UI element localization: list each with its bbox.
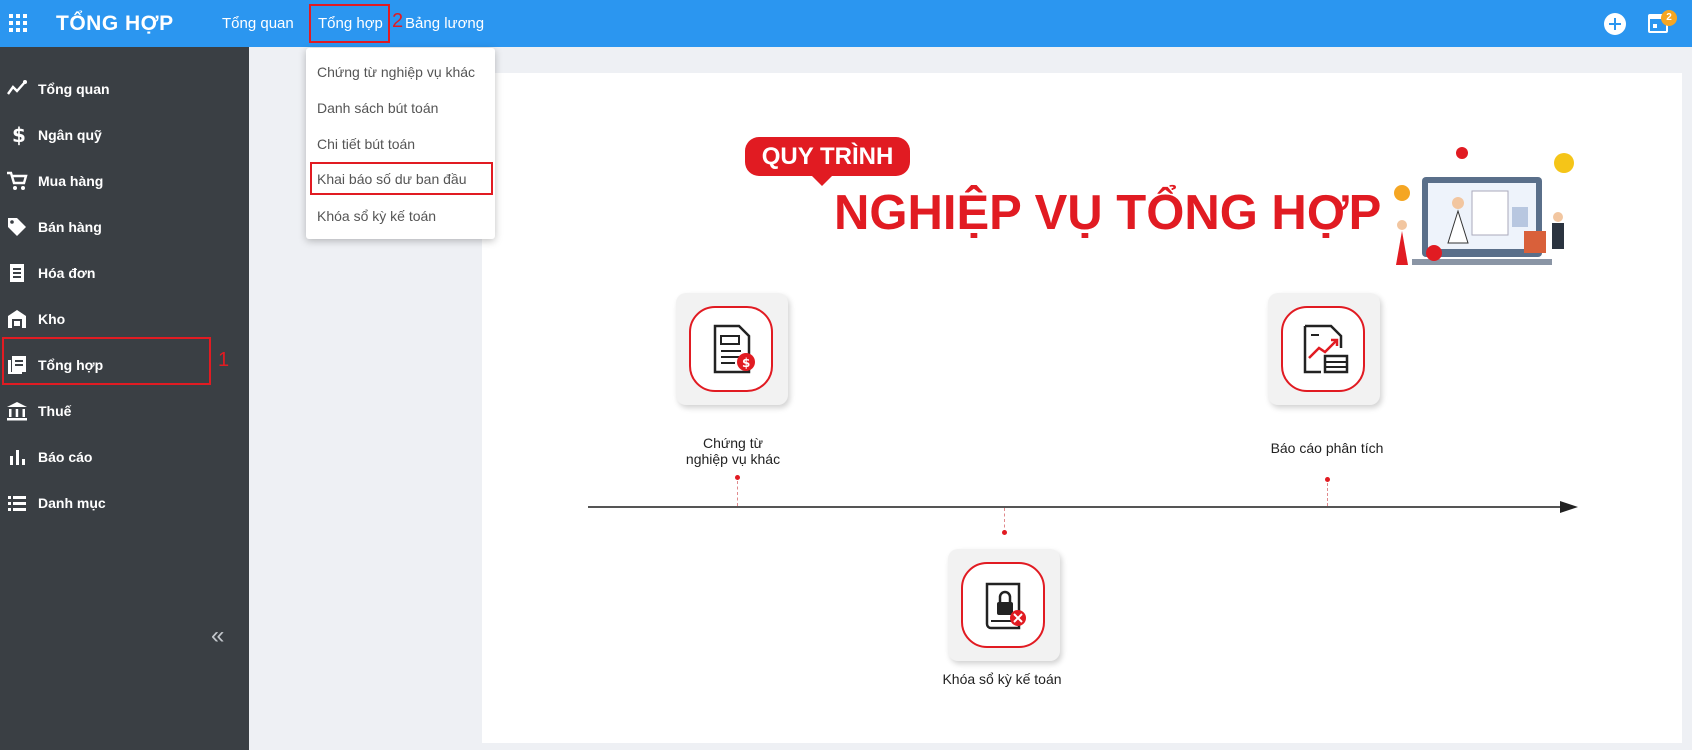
locked-book-icon <box>985 582 1026 630</box>
document-dollar-icon: $ <box>713 324 755 374</box>
bar-chart-icon <box>10 450 25 465</box>
sidebar-item-bao-cao[interactable]: Báo cáo <box>0 437 249 477</box>
step-khoa-so-ky-ke-toan[interactable] <box>948 549 1060 661</box>
process-title: NGHIỆP VỤ TỔNG HỢP <box>834 186 1382 240</box>
sidebar-item-ngan-quy[interactable]: $ Ngân quỹ <box>0 115 249 155</box>
nav-tong-quan[interactable]: Tổng quan <box>222 15 294 32</box>
apps-grid-icon[interactable] <box>9 14 27 32</box>
highlight-box-1 <box>2 337 211 385</box>
analysis-report-icon <box>1303 324 1349 374</box>
sidebar-item-danh-muc[interactable]: Danh mục <box>0 483 249 523</box>
menu-item-chung-tu-nghiep-vu-khac[interactable]: Chứng từ nghiệp vụ khác <box>317 64 475 80</box>
sidebar-item-hoa-don[interactable]: Hóa đơn <box>0 253 249 293</box>
sidebar-item-label: Hóa đơn <box>38 265 96 281</box>
sidebar-item-label: Danh mục <box>38 495 106 511</box>
notification-badge: 2 <box>1661 10 1677 26</box>
sidebar: Tổng quan $ Ngân quỹ Mua hàng Bán hàng H… <box>0 47 249 750</box>
cart-icon <box>7 171 28 190</box>
list-icon <box>8 496 26 511</box>
highlight-box-3 <box>310 162 493 195</box>
collapse-sidebar-icon[interactable]: « <box>211 622 224 650</box>
warehouse-icon <box>8 310 26 328</box>
sidebar-item-label: Kho <box>38 311 66 327</box>
annotation-1: 1 <box>218 349 230 371</box>
menu-item-chi-tiet-but-toan[interactable]: Chi tiết bút toán <box>317 136 415 152</box>
app-title: TỔNG HỢP <box>56 12 174 35</box>
highlight-box-2 <box>309 4 390 43</box>
step-bao-cao-phan-tich[interactable] <box>1268 293 1380 405</box>
step-caption: Khóa sổ kỳ kế toán <box>942 671 1062 687</box>
process-card: QUY TRÌNH NGHIỆP VỤ TỔNG HỢP $ Chứng từ … <box>482 73 1682 743</box>
sidebar-item-label: Tổng quan <box>38 81 110 97</box>
step-connector <box>1327 483 1328 506</box>
sidebar-item-thue[interactable]: Thuế <box>0 391 249 431</box>
sidebar-item-label: Ngân quỹ <box>38 127 102 143</box>
svg-text:$: $ <box>12 124 26 146</box>
top-bar: TỔNG HỢP Tổng quan Tổng hợp Bảng lương 2 <box>0 0 1692 47</box>
dollar-icon: $ <box>12 124 26 146</box>
badge-tail <box>810 174 834 186</box>
office-illustration <box>1394 147 1574 265</box>
step-caption: Chứng từ nghiệp vụ khác <box>685 435 781 467</box>
sidebar-item-label: Thuế <box>38 403 72 419</box>
step-connector <box>737 481 738 506</box>
timeline-axis <box>588 506 1566 508</box>
sidebar-item-kho[interactable]: Kho <box>0 299 249 339</box>
tag-icon <box>8 218 26 236</box>
nav-bang-luong[interactable]: Bảng lương <box>405 15 484 32</box>
annotation-2: 2 <box>392 10 404 32</box>
step-dot <box>735 475 740 480</box>
menu-item-danh-sach-but-toan[interactable]: Danh sách bút toán <box>317 100 438 116</box>
step-dot <box>1002 530 1007 535</box>
bank-icon <box>7 402 27 421</box>
step-dot <box>1325 477 1330 482</box>
svg-text:$: $ <box>742 356 750 370</box>
step-caption: Báo cáo phân tích <box>1270 440 1384 456</box>
process-badge: QUY TRÌNH <box>745 137 910 176</box>
sidebar-item-label: Báo cáo <box>38 449 93 465</box>
step-chung-tu-nghiep-vu-khac[interactable]: $ <box>676 293 788 405</box>
sidebar-item-tong-quan[interactable]: Tổng quan <box>0 69 249 109</box>
tong-hop-dropdown-menu: Chứng từ nghiệp vụ khác Danh sách bút to… <box>306 48 495 239</box>
receipt-icon <box>10 264 24 282</box>
sidebar-item-ban-hang[interactable]: Bán hàng <box>0 207 249 247</box>
timeline-arrow-icon <box>1560 501 1578 513</box>
sidebar-item-label: Bán hàng <box>38 219 102 235</box>
sidebar-item-label: Mua hàng <box>38 173 104 189</box>
menu-item-khoa-so-ky-ke-toan[interactable]: Khóa sổ kỳ kế toán <box>317 208 436 224</box>
sidebar-item-mua-hang[interactable]: Mua hàng <box>0 161 249 201</box>
add-icon[interactable] <box>1604 13 1626 35</box>
trend-icon <box>7 80 27 95</box>
